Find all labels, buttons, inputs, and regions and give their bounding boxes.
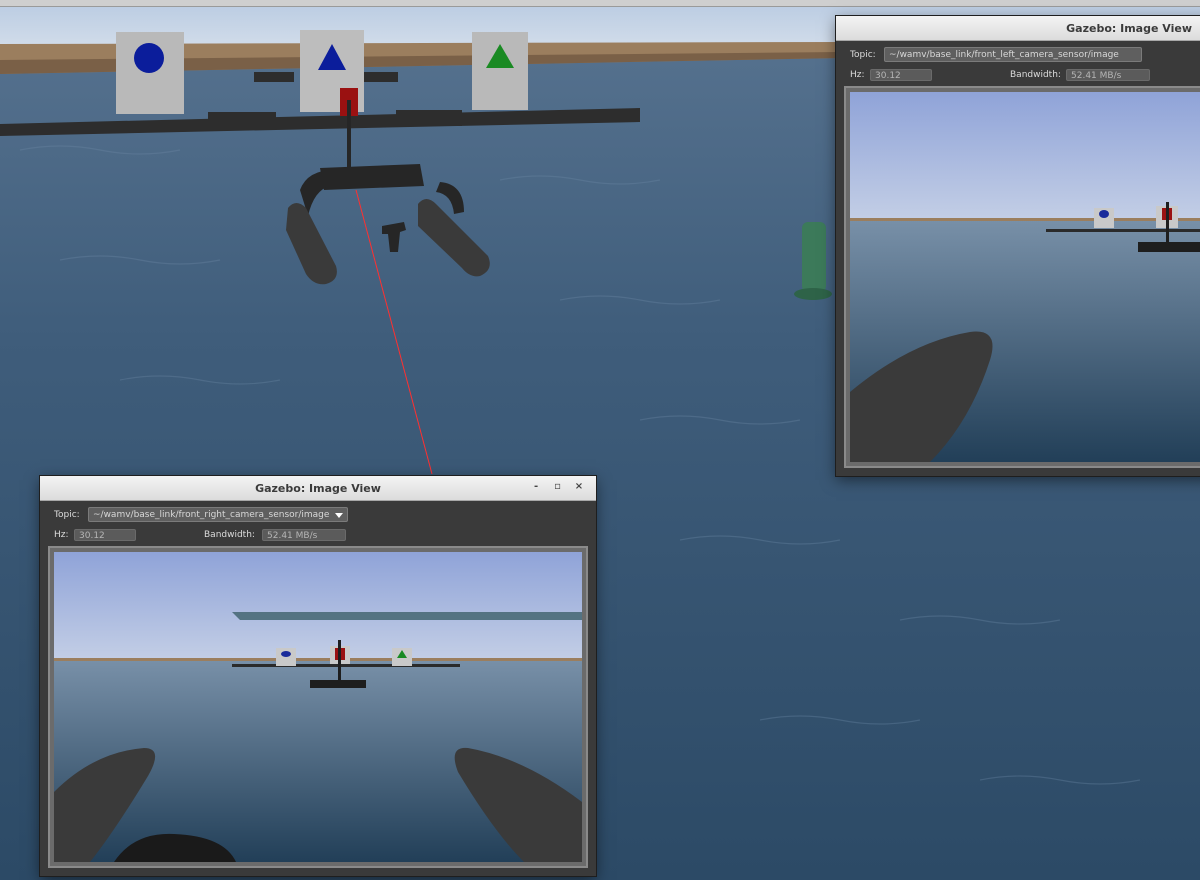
placard-green-triangle: [472, 32, 528, 110]
bandwidth-value-field: 52.41 MB/s: [1066, 69, 1150, 81]
topic-label: Topic:: [54, 510, 80, 520]
bandwidth-label: Bandwidth:: [204, 530, 255, 540]
topic-dropdown[interactable]: ~/wamv/base_link/front_right_camera_sens…: [88, 507, 348, 522]
top-menu-bar: [0, 0, 1200, 7]
bandwidth-label: Bandwidth:: [1010, 70, 1061, 80]
camera-image: [850, 92, 1200, 462]
topic-label: Topic:: [850, 50, 876, 60]
image-view-window-left-camera: Gazebo: Image View Topic: ~/wamv/base_li…: [836, 16, 1200, 476]
topic-dropdown[interactable]: ~/wamv/base_link/front_left_camera_senso…: [884, 47, 1142, 62]
topic-value: ~/wamv/base_link/front_left_camera_senso…: [889, 50, 1119, 60]
camera-image-frame: [844, 86, 1200, 468]
camera-image-frame: [48, 546, 588, 868]
hz-label: Hz:: [850, 70, 865, 80]
hz-value-field: 30.12: [870, 69, 932, 81]
window-title: Gazebo: Image View: [255, 482, 381, 495]
title-bar[interactable]: Gazebo: Image View: [836, 16, 1200, 41]
maximize-icon[interactable]: ▫: [549, 481, 567, 492]
camera-image: [54, 552, 582, 862]
image-view-window-right-camera: Gazebo: Image View - ▫ × Topic: ~/wamv/b…: [40, 476, 596, 876]
minimize-icon[interactable]: -: [527, 481, 545, 492]
chevron-down-icon: [335, 513, 343, 518]
hz-value-field: 30.12: [74, 529, 136, 541]
title-bar[interactable]: Gazebo: Image View - ▫ ×: [40, 476, 596, 501]
window-title: Gazebo: Image View: [1066, 22, 1192, 35]
topic-value: ~/wamv/base_link/front_right_camera_sens…: [93, 510, 330, 520]
placard-blue-circle: [116, 32, 184, 114]
hz-label: Hz:: [54, 530, 69, 540]
window-controls: - ▫ ×: [527, 481, 588, 492]
bandwidth-value-field: 52.41 MB/s: [262, 529, 346, 541]
close-icon[interactable]: ×: [570, 481, 588, 492]
